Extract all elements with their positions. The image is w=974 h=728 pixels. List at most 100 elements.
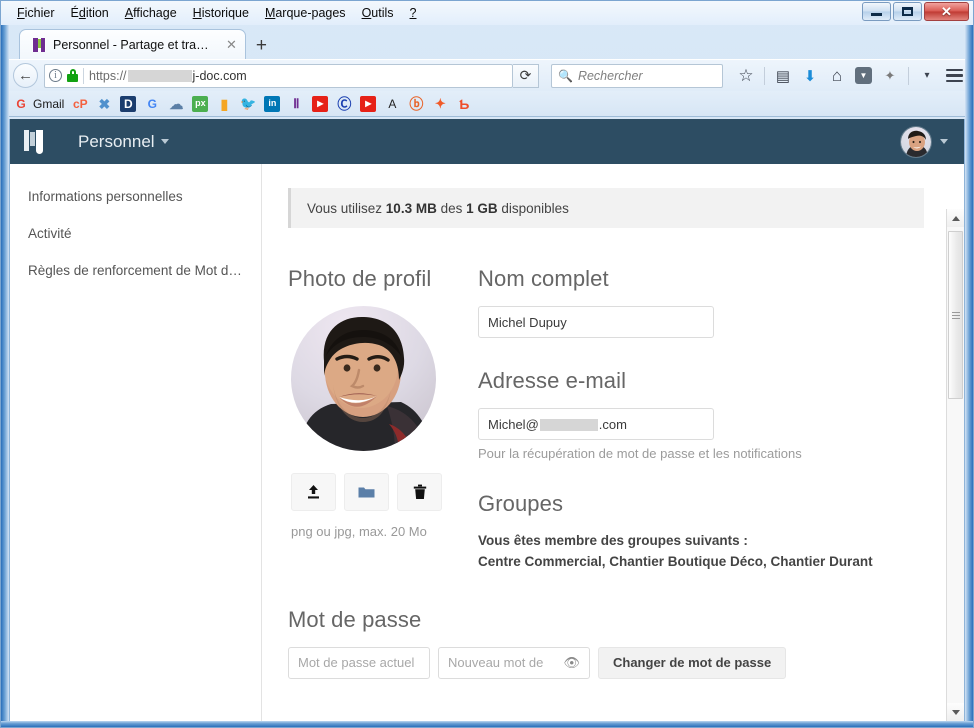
bookmark-dashboard[interactable]: D (120, 95, 137, 112)
new-password-input[interactable]: Nouveau mot de 👁 (438, 646, 590, 679)
tab-personnel[interactable]: Personnel - Partage et tran... ✕ (19, 29, 246, 59)
reload-button[interactable]: ⟳ (513, 63, 539, 88)
quota-total: 1 GB (466, 200, 498, 216)
bookmark-orange-star[interactable]: ✦ (432, 96, 448, 112)
email-input[interactable]: Michel@ .com (478, 408, 714, 440)
fullname-value: Michel Dupuy (488, 314, 567, 330)
bookmark-copy-paste[interactable]: cP (72, 96, 88, 112)
change-password-button[interactable]: Changer de mot de passe (598, 646, 787, 679)
c-circle-icon: Ⓒ (337, 95, 352, 112)
bookmark-google[interactable]: G (144, 96, 160, 112)
maximize-icon (902, 7, 913, 16)
menu-hamburger-icon[interactable] (945, 67, 963, 85)
back-button[interactable]: ← (13, 63, 38, 88)
password-row: Mot de passe actuel Nouveau mot de 👁 Cha… (288, 646, 964, 679)
bookmark-star-icon[interactable]: ☆ (737, 66, 755, 85)
chevron-down-icon (940, 139, 948, 144)
search-input[interactable]: 🔍 Rechercher (551, 63, 723, 88)
sidebar-item-regles-mot-de-passe[interactable]: Règles de renforcement de Mot de ... (10, 252, 261, 289)
sidebar-item-activite[interactable]: Activité (10, 215, 261, 252)
menu-outils[interactable]: Outils (354, 4, 402, 22)
app-nav-label: Personnel (78, 131, 155, 151)
bookmark-b-letter[interactable]: Ƅ (456, 96, 472, 112)
reader-list-icon[interactable]: ▤ (774, 67, 792, 85)
home-icon[interactable]: ⌂ (828, 66, 846, 85)
b-letter-icon: Ƅ (459, 95, 470, 112)
settings-sidebar: Informations personnelles Activité Règle… (10, 164, 262, 721)
linkedin-icon: in (264, 95, 281, 112)
toolbar-divider-2 (908, 66, 909, 85)
scroll-up-button[interactable] (947, 209, 964, 227)
minimize-button[interactable] (862, 2, 891, 21)
orange-star-icon: ✦ (434, 96, 446, 111)
quota-used: 10.3 MB (385, 200, 437, 216)
jamespot-logo-icon[interactable] (24, 129, 46, 154)
close-button[interactable]: ✕ (924, 2, 969, 21)
current-password-input[interactable]: Mot de passe actuel (288, 646, 430, 679)
scrollbar-grip-icon (951, 311, 960, 319)
new-tab-button[interactable]: + (246, 36, 277, 59)
menu-marque-pages[interactable]: Marque-pages (257, 4, 354, 22)
bookmark-letter-a[interactable]: A (384, 96, 400, 112)
back-arrow-icon: ← (18, 67, 33, 84)
url-divider (83, 67, 84, 84)
addon-icon[interactable]: ✦ (881, 67, 899, 85)
app-nav-personnel[interactable]: Personnel (78, 132, 169, 152)
menu-historique[interactable]: Historique (185, 4, 257, 22)
sidebar-item-informations-personnelles[interactable]: Informations personnelles (10, 178, 261, 215)
bookmark-gmail[interactable]: G Gmail (13, 96, 64, 112)
settings-content: Vous utilisez 10.3 MB des 1 GB disponibl… (262, 164, 964, 721)
overflow-chevron-icon[interactable]: ▾ (918, 67, 936, 85)
tab-bar: Personnel - Partage et tran... ✕ + (1, 25, 973, 59)
url-bar[interactable]: i https://j-doc.com (44, 63, 513, 88)
menu-help[interactable]: ? (402, 4, 425, 22)
pocket-icon[interactable]: ▼ (855, 67, 872, 84)
bookmark-youtube[interactable]: ▶ (312, 95, 329, 112)
downloads-icon[interactable]: ⬇ (801, 67, 819, 85)
profile-photo[interactable] (291, 306, 436, 451)
tab-close-icon[interactable]: ✕ (226, 38, 237, 51)
folder-icon (358, 487, 375, 498)
maximize-button[interactable] (893, 2, 922, 21)
bookmark-youtube-2[interactable]: ▶ (360, 95, 377, 112)
bookmark-b-circle[interactable]: ⓑ (408, 96, 424, 112)
menu-affichage[interactable]: Affichage (117, 4, 185, 22)
dashboard-icon: D (120, 95, 137, 112)
menu-edition[interactable]: Édition (63, 4, 117, 22)
groups-intro: Vous êtes membre des groupes suivants : (478, 533, 748, 548)
bookmark-jamespot[interactable]: Ⅱ (288, 96, 304, 112)
scroll-up-icon (951, 215, 960, 221)
app-header: Personnel (10, 119, 964, 164)
scrollbar-thumb[interactable] (948, 231, 963, 399)
bookmark-joomla[interactable]: ✖ (96, 96, 112, 112)
delete-photo-button[interactable] (397, 473, 442, 511)
cloud-icon: ☁ (169, 95, 184, 112)
scrollbar-track[interactable] (947, 227, 964, 703)
page-scrollbar[interactable] (946, 209, 964, 721)
menu-fichier[interactable]: Fichier (9, 4, 63, 22)
bookmark-analytics[interactable]: ▮ (216, 96, 232, 112)
trash-icon (413, 484, 426, 499)
email-redacted-block (539, 419, 598, 432)
fullname-input[interactable]: Michel Dupuy (478, 306, 714, 338)
upload-button[interactable] (291, 473, 336, 511)
bookmark-c-circle[interactable]: Ⓒ (336, 96, 352, 112)
profile-photo-column: Photo de profil png ou jpg, max. 20 Mo (288, 266, 478, 573)
bookmark-cloud[interactable]: ☁ (168, 96, 184, 112)
user-menu[interactable] (900, 125, 948, 158)
eye-icon[interactable]: 👁 (563, 655, 580, 671)
scroll-down-button[interactable] (947, 703, 964, 721)
info-icon[interactable]: i (49, 69, 62, 82)
profile-columns: Photo de profil png ou jpg, max. 20 Mo N… (288, 266, 964, 573)
search-placeholder: Rechercher (577, 68, 643, 83)
bookmark-linkedin[interactable]: in (264, 95, 281, 112)
bookmark-pixabay[interactable]: px (192, 95, 209, 112)
scroll-down-icon (951, 709, 960, 715)
bookmark-twitter[interactable]: 🐦 (240, 96, 256, 112)
groups-heading: Groupes (478, 491, 564, 516)
profile-fields-column: Nom complet Michel Dupuy Adresse e-mail … (478, 266, 964, 573)
quota-text: Vous utilisez 10.3 MB des 1 GB disponibl… (307, 200, 569, 216)
youtube-icon: ▶ (312, 95, 329, 112)
choose-from-files-button[interactable] (344, 473, 389, 511)
fullname-heading: Nom complet (478, 266, 609, 291)
